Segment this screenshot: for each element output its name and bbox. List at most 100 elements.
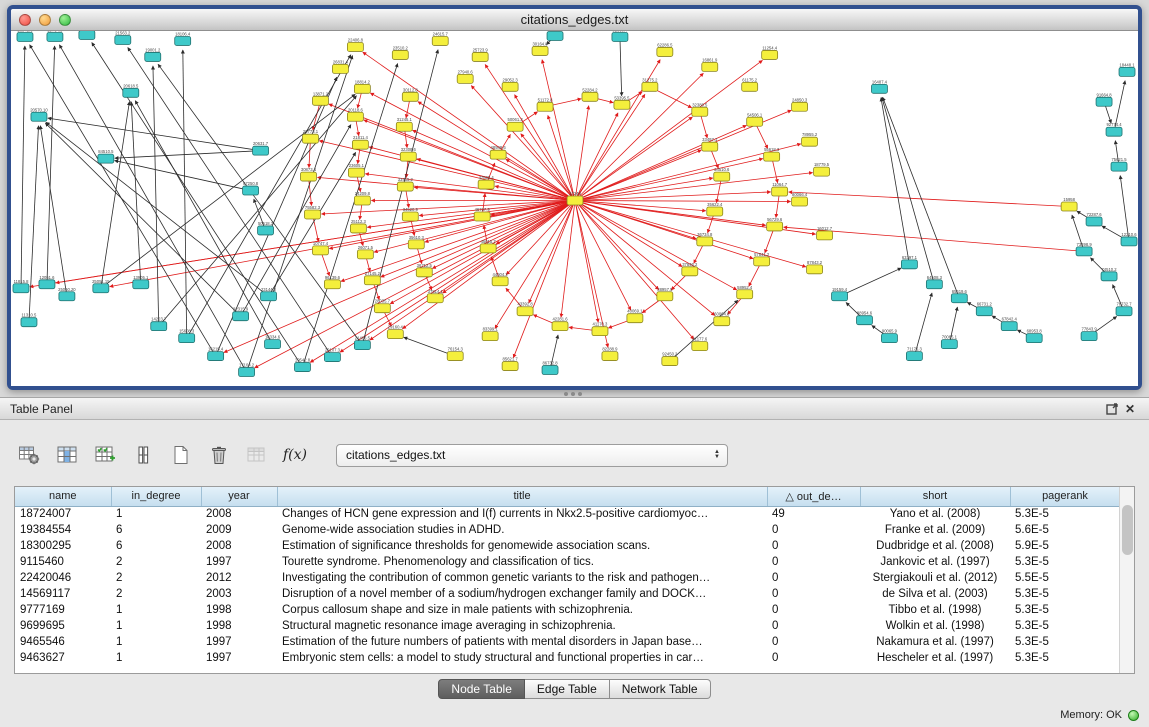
graph-node[interactable]: [98, 154, 114, 163]
graph-node[interactable]: [1121, 237, 1137, 246]
graph-node[interactable]: [352, 140, 368, 149]
graph-node[interactable]: [432, 36, 448, 45]
table-cell[interactable]: 1: [111, 602, 201, 618]
graph-node[interactable]: [762, 50, 778, 59]
graph-node[interactable]: [682, 267, 698, 276]
scrollbar-thumb[interactable]: [1122, 505, 1133, 555]
graph-node[interactable]: [547, 31, 563, 40]
table-cell[interactable]: Tibbo et al. (1998): [860, 602, 1010, 618]
graph-node[interactable]: [392, 50, 408, 59]
table-cell[interactable]: Franke et al. (2009): [860, 522, 1010, 538]
graph-node[interactable]: [354, 196, 370, 205]
graph-node[interactable]: [304, 210, 320, 219]
graph-node[interactable]: [807, 265, 823, 274]
network-graph[interactable]: 18945.619734.920811.321563.220570.102061…: [11, 31, 1138, 386]
table-cell[interactable]: Changes of HCN gene expression and I(f) …: [277, 506, 767, 522]
table-cell[interactable]: Wolkin et al. (1998): [860, 618, 1010, 634]
import-table-icon[interactable]: [244, 442, 270, 468]
table-cell[interactable]: 5.3E-5: [1010, 650, 1120, 666]
table-row[interactable]: 1938455462009Genome-wide association stu…: [15, 522, 1120, 538]
graph-edge[interactable]: [362, 50, 438, 345]
graph-node[interactable]: [294, 363, 310, 372]
table-cell[interactable]: Nakamura et al. (1997): [860, 634, 1010, 650]
graph-node[interactable]: [357, 250, 373, 259]
table-cell[interactable]: 0: [767, 602, 860, 618]
table-cell[interactable]: 0: [767, 538, 860, 554]
table-cell[interactable]: 5.3E-5: [1010, 506, 1120, 522]
graph-node[interactable]: [951, 294, 967, 303]
graph-node[interactable]: [612, 32, 628, 41]
graph-node[interactable]: [1096, 97, 1112, 106]
table-cell[interactable]: 14569117: [15, 586, 111, 602]
graph-node[interactable]: [702, 142, 718, 151]
graph-node[interactable]: [602, 352, 618, 361]
graph-node[interactable]: [261, 292, 277, 301]
graph-node[interactable]: [856, 316, 872, 325]
table-cell[interactable]: 6: [111, 522, 201, 538]
graph-node[interactable]: [764, 152, 780, 161]
table-cell[interactable]: 6: [111, 538, 201, 554]
table-cell[interactable]: 0: [767, 586, 860, 602]
table-cell[interactable]: 9463627: [15, 650, 111, 666]
delete-table-icon[interactable]: [206, 442, 232, 468]
graph-node[interactable]: [502, 362, 518, 371]
graph-node[interactable]: [1076, 247, 1092, 256]
graph-node[interactable]: [474, 212, 490, 221]
graph-node[interactable]: [133, 280, 149, 289]
graph-node[interactable]: [1086, 217, 1102, 226]
table-row[interactable]: 2242004622012Investigating the contribut…: [15, 570, 1120, 586]
graph-node[interactable]: [901, 260, 917, 269]
graph-node[interactable]: [592, 327, 608, 336]
graph-node[interactable]: [507, 122, 523, 131]
graph-node[interactable]: [714, 172, 730, 181]
graph-edge[interactable]: [575, 201, 682, 267]
table-cell[interactable]: Dudbridge et al. (2008): [860, 538, 1010, 554]
graph-node[interactable]: [265, 340, 281, 349]
table-cell[interactable]: Tourette syndrome. Phenomenology and cla…: [277, 554, 767, 570]
table-cell[interactable]: Disruption of a novel member of a sodium…: [277, 586, 767, 602]
splitter-handle[interactable]: [0, 390, 1149, 397]
table-cell[interactable]: de Silva et al. (2003): [860, 586, 1010, 602]
table-cell[interactable]: 1997: [201, 650, 277, 666]
graph-node[interactable]: [552, 322, 568, 331]
graph-node[interactable]: [767, 222, 783, 231]
table-cell[interactable]: 5.3E-5: [1010, 586, 1120, 602]
graph-node[interactable]: [754, 257, 770, 266]
graph-node[interactable]: [657, 47, 673, 56]
table-cell[interactable]: Stergiakouli et al. (2012): [860, 570, 1010, 586]
table-cell[interactable]: 1: [111, 506, 201, 522]
graph-node[interactable]: [59, 292, 75, 301]
table-cell[interactable]: Structural magnetic resonance image aver…: [277, 618, 767, 634]
graph-node[interactable]: [1101, 272, 1117, 281]
graph-node[interactable]: [772, 187, 788, 196]
graph-node[interactable]: [396, 122, 412, 131]
graph-edge[interactable]: [115, 151, 261, 159]
table-row[interactable]: 946362711997Embryonic stem cells: a mode…: [15, 650, 1120, 666]
graph-node[interactable]: [302, 134, 318, 143]
graph-node[interactable]: [324, 353, 340, 362]
column-header-out-degree[interactable]: △ out_de…: [767, 487, 860, 506]
graph-node[interactable]: [354, 341, 370, 350]
table-cell[interactable]: Embryonic stem cells: a model to study s…: [277, 650, 767, 666]
graph-node[interactable]: [397, 182, 413, 191]
table-cell[interactable]: 19384554: [15, 522, 111, 538]
graph-node[interactable]: [482, 332, 498, 341]
graph-node[interactable]: [347, 42, 363, 51]
graph-node[interactable]: [814, 167, 830, 176]
graph-node[interactable]: [1106, 127, 1122, 136]
graph-node[interactable]: [402, 212, 418, 221]
graph-node[interactable]: [21, 318, 37, 327]
table-cell[interactable]: 2008: [201, 538, 277, 554]
table-cell[interactable]: 2003: [201, 586, 277, 602]
table-cell[interactable]: Jankovic et al. (1997): [860, 554, 1010, 570]
table-cell[interactable]: 1997: [201, 634, 277, 650]
graph-node[interactable]: [175, 36, 191, 45]
graph-node[interactable]: [567, 196, 583, 205]
graph-node[interactable]: [714, 317, 730, 326]
graph-edge[interactable]: [21, 46, 25, 288]
graph-node[interactable]: [657, 292, 673, 301]
table-cell[interactable]: 1: [111, 618, 201, 634]
graph-node[interactable]: [906, 352, 922, 361]
graph-edge[interactable]: [789, 192, 1070, 206]
table-cell[interactable]: Corpus callosum shape and size in male p…: [277, 602, 767, 618]
